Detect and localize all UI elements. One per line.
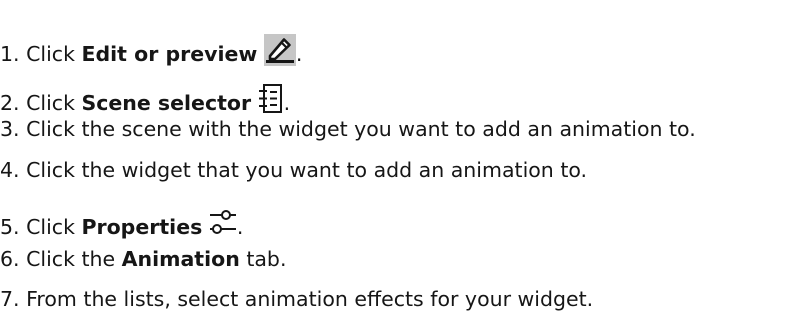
step-suffix: . [236,215,244,239]
step-number: 7. [0,287,20,311]
step-number: 3. [0,117,20,141]
step-text-prefix: Click [26,91,82,115]
step-number: 1. [0,42,20,66]
step-suffix: . [283,91,291,115]
step-text-prefix: Click [26,42,82,66]
instruction-step-5: 5. Click Properties . [0,205,243,239]
step-suffix: . [295,42,303,66]
scene-list-icon [258,83,284,115]
instruction-step-7: 7. From the lists, select animation effe… [0,287,593,311]
instruction-step-1: 1. Click Edit or preview . [0,34,302,66]
step-text: Click the scene with the widget you want… [26,117,696,141]
step-number: 6. [0,247,20,271]
step-bold-label: Properties [81,215,203,239]
instruction-step-3: 3. Click the scene with the widget you w… [0,117,696,141]
step-number: 2. [0,91,20,115]
step-text-prefix: Click [26,215,82,239]
step-text: Click the widget that you want to add an… [26,158,588,182]
step-suffix: tab. [239,247,287,271]
step-bold-label: Scene selector [81,91,252,115]
step-bold-label: Edit or preview [81,42,258,66]
instruction-step-6: 6. Click the Animation tab. [0,247,286,271]
instruction-step-2: 2. Click Scene selector . [0,83,290,115]
properties-slider-icon [209,205,237,239]
step-number: 5. [0,215,20,239]
step-number: 4. [0,158,20,182]
step-text-prefix: Click the [26,247,122,271]
step-bold-label: Animation [121,247,240,271]
instruction-step-4: 4. Click the widget that you want to add… [0,158,587,182]
step-text: From the lists, select animation effects… [26,287,594,311]
pencil-edit-icon [263,34,296,66]
